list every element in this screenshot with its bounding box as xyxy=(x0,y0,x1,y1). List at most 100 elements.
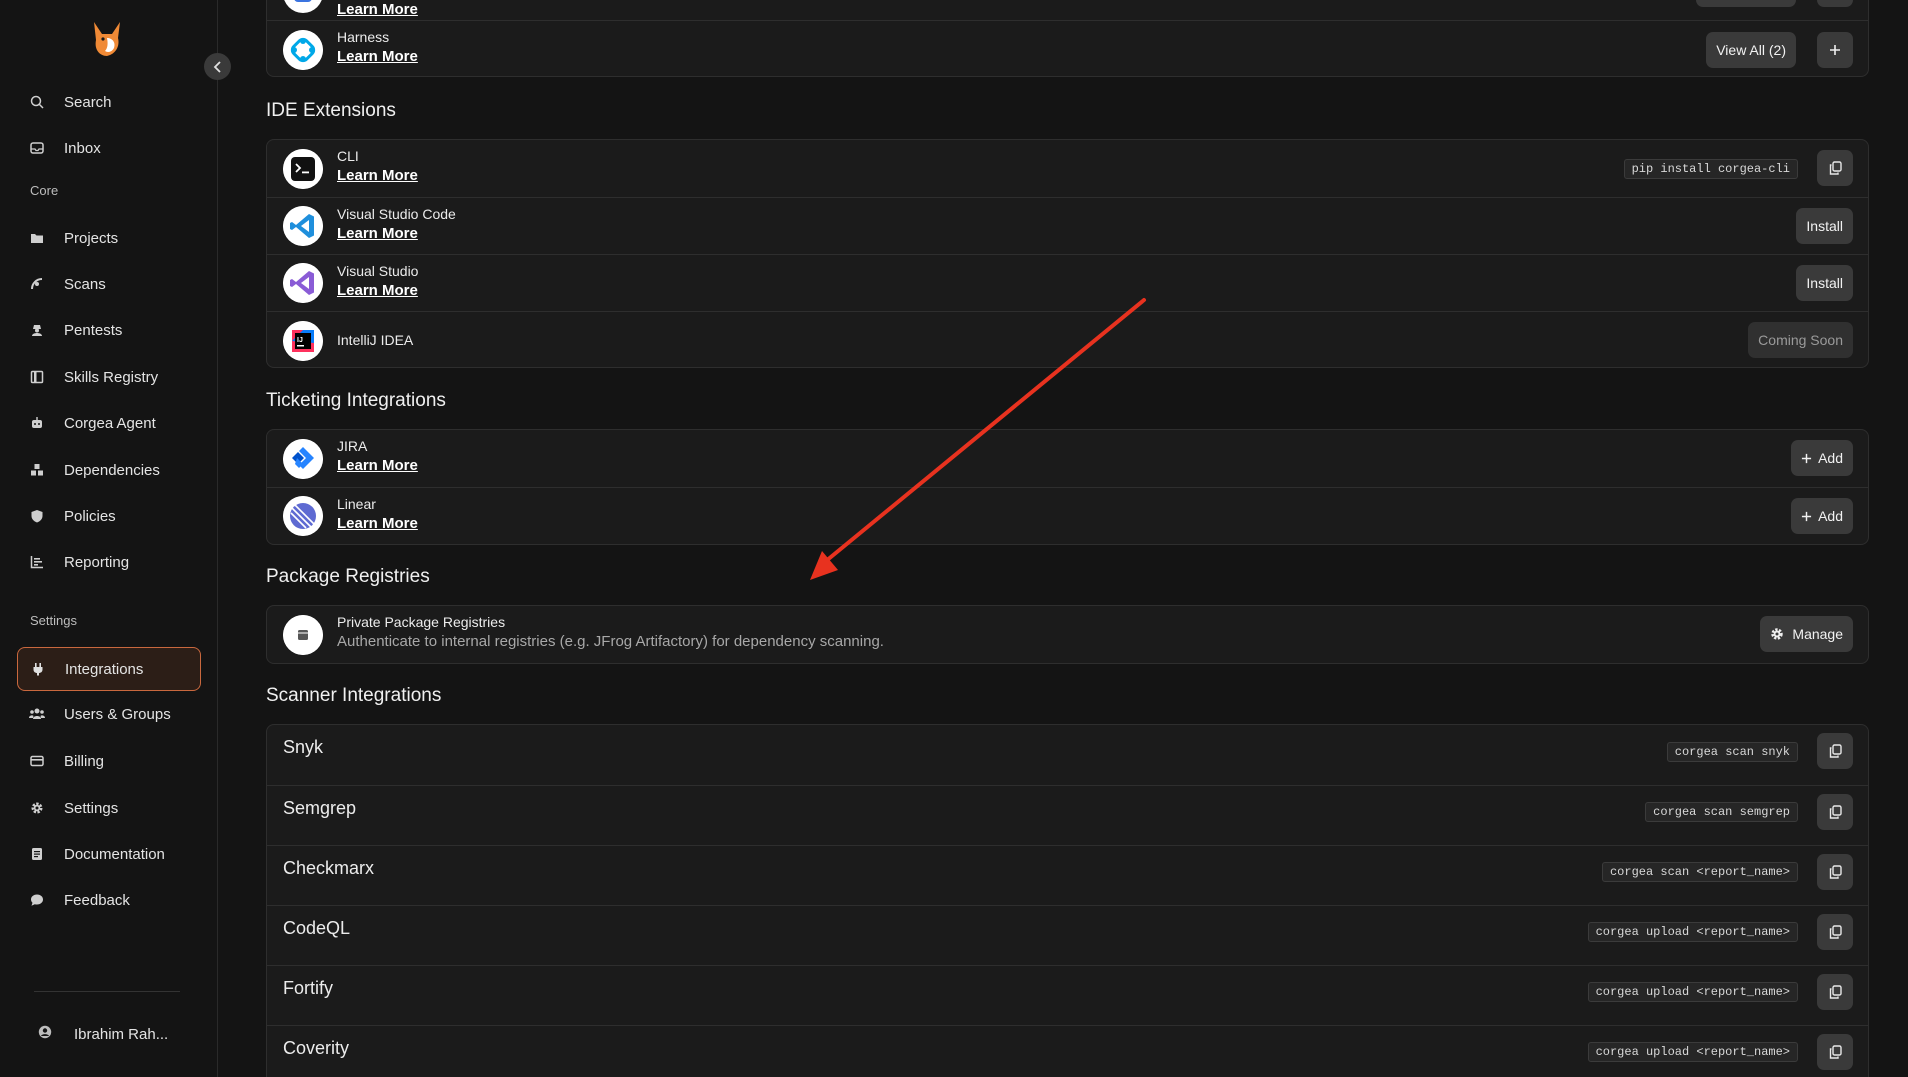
sidebar-item-projects[interactable]: Projects xyxy=(17,216,201,260)
shield-icon xyxy=(29,508,45,524)
integration-description: Authenticate to internal registries (e.g… xyxy=(337,633,884,650)
scanner-integrations-card: Snyk corgea scan snyk Semgrep corgea sca… xyxy=(266,724,1869,1077)
sidebar-item-feedback[interactable]: Feedback xyxy=(17,878,201,922)
copy-button[interactable] xyxy=(1817,974,1853,1010)
vscode-logo xyxy=(283,206,323,246)
linear-logo xyxy=(283,496,323,536)
copy-button[interactable] xyxy=(1817,1034,1853,1070)
learn-more-link[interactable]: Learn More xyxy=(337,167,418,184)
scanner-command: corgea upload <report_name> xyxy=(1587,982,1798,1002)
view-all-button[interactable] xyxy=(1696,0,1796,7)
sidebar-item-label: Corgea Agent xyxy=(64,414,156,432)
sidebar-item-users-groups[interactable]: Users & Groups xyxy=(17,692,201,736)
plus-icon xyxy=(1830,45,1840,55)
sidebar-item-documentation[interactable]: Documentation xyxy=(17,832,201,876)
integration-name: Harness xyxy=(337,29,390,45)
sidebar-item-label: Reporting xyxy=(64,553,130,571)
copy-icon xyxy=(1829,1045,1842,1059)
learn-more-link[interactable]: Learn More xyxy=(337,515,418,532)
list-item-harness: Harness Learn More View All (2) xyxy=(267,20,1868,76)
book-icon xyxy=(29,369,45,385)
sidebar-item-label: Integrations xyxy=(65,660,144,678)
user-name: Ibrahim Rah... xyxy=(74,1025,169,1043)
manage-button[interactable]: Manage xyxy=(1760,616,1853,652)
sidebar-item-pentests[interactable]: Pentests xyxy=(17,308,201,352)
sidebar-item-reporting[interactable]: Reporting xyxy=(17,540,201,584)
learn-more-link[interactable]: Learn More xyxy=(337,457,418,474)
chat-bubble-icon xyxy=(29,892,45,908)
copy-button[interactable] xyxy=(1817,914,1853,950)
install-button[interactable]: Install xyxy=(1796,265,1853,301)
sidebar-item-inbox[interactable]: Inbox xyxy=(17,126,201,170)
list-item-scanner: Semgrep corgea scan semgrep xyxy=(267,785,1868,845)
learn-more-link[interactable]: Learn More xyxy=(337,225,418,242)
sidebar-item-billing[interactable]: Billing xyxy=(17,739,201,783)
corgea-logo[interactable] xyxy=(86,18,128,60)
copy-icon xyxy=(1829,805,1842,819)
sidebar-item-label: Pentests xyxy=(64,321,123,339)
copy-button[interactable] xyxy=(1817,854,1853,890)
chevron-left-icon xyxy=(213,60,221,73)
copy-icon xyxy=(1829,744,1842,758)
add-jira-button[interactable]: Add xyxy=(1791,440,1853,476)
learn-more-link[interactable]: Learn More xyxy=(337,282,418,299)
add-button[interactable] xyxy=(1817,32,1853,68)
scanner-name: Fortify xyxy=(283,978,334,998)
learn-more-link[interactable]: Learn More xyxy=(337,48,418,65)
sidebar-item-skills-registry[interactable]: Skills Registry xyxy=(17,355,201,399)
sidebar-item-search[interactable]: Search xyxy=(17,80,201,124)
sidebar: Search Inbox Core Projects Scans Pentest… xyxy=(0,0,231,1077)
sidebar-item-corgea-agent[interactable]: Corgea Agent xyxy=(17,401,201,445)
scanner-name: Semgrep xyxy=(283,798,357,818)
sidebar-item-policies[interactable]: Policies xyxy=(17,494,201,538)
robot-icon xyxy=(29,415,45,431)
search-icon xyxy=(29,94,45,110)
sidebar-item-label: Billing xyxy=(64,752,105,770)
copy-button[interactable] xyxy=(1817,733,1853,769)
sidebar-item-label: Documentation xyxy=(64,845,165,863)
harness-logo xyxy=(283,29,323,70)
svg-text:IJ: IJ xyxy=(297,337,303,344)
view-all-button[interactable]: View All (2) xyxy=(1706,32,1796,68)
scanner-name: CodeQL xyxy=(283,918,351,938)
scanner-command: corgea scan semgrep xyxy=(1645,802,1798,822)
list-item-linear: Linear Learn More Add xyxy=(267,487,1868,544)
collapse-sidebar-button[interactable] xyxy=(204,53,231,80)
manage-label: Manage xyxy=(1792,626,1843,642)
copy-button[interactable] xyxy=(1817,794,1853,830)
add-linear-button[interactable]: Add xyxy=(1791,498,1853,534)
copy-icon xyxy=(1829,161,1842,175)
user-menu[interactable]: Ibrahim Rah... xyxy=(38,1025,168,1043)
copy-button[interactable] xyxy=(1817,150,1853,186)
list-item-scanner: Coverity corgea upload <report_name> xyxy=(267,1025,1868,1077)
integration-name: CLI xyxy=(337,148,359,164)
integration-name: IntelliJ IDEA xyxy=(337,332,414,348)
scanner-command: corgea scan snyk xyxy=(1666,742,1798,762)
cicd-integrations-card: Learn More Harness Learn More View All (… xyxy=(266,0,1869,77)
scanner-name: Checkmarx xyxy=(283,858,375,878)
scanner-command: corgea upload <report_name> xyxy=(1587,1042,1798,1062)
users-icon xyxy=(29,706,45,722)
list-item-vscode: Visual Studio Code Learn More Install xyxy=(267,197,1868,254)
sidebar-item-integrations[interactable]: Integrations xyxy=(17,647,201,691)
add-button[interactable] xyxy=(1817,0,1853,7)
sidebar-item-label: Inbox xyxy=(64,139,101,157)
inbox-icon xyxy=(29,140,45,156)
list-item-scanner: CodeQL corgea upload <report_name> xyxy=(267,905,1868,965)
credit-card-icon xyxy=(29,753,45,769)
sidebar-item-settings[interactable]: Settings xyxy=(17,786,201,830)
document-icon xyxy=(29,846,45,862)
install-button[interactable]: Install xyxy=(1796,208,1853,244)
sidebar-item-dependencies[interactable]: Dependencies xyxy=(17,448,201,492)
list-item-cli: CLI Learn More pip install corgea-cli xyxy=(267,140,1868,197)
list-item: Learn More xyxy=(267,0,1868,20)
folder-icon xyxy=(29,230,45,246)
sidebar-item-scans[interactable]: Scans xyxy=(17,262,201,306)
learn-more-link[interactable]: Learn More xyxy=(337,1,418,18)
plus-icon xyxy=(1801,453,1812,463)
add-label: Add xyxy=(1818,508,1843,524)
visual-studio-logo xyxy=(283,263,323,303)
integration-name: JIRA xyxy=(337,438,368,454)
sidebar-item-label: Feedback xyxy=(64,891,130,909)
nav-section-settings: Settings xyxy=(30,613,77,628)
